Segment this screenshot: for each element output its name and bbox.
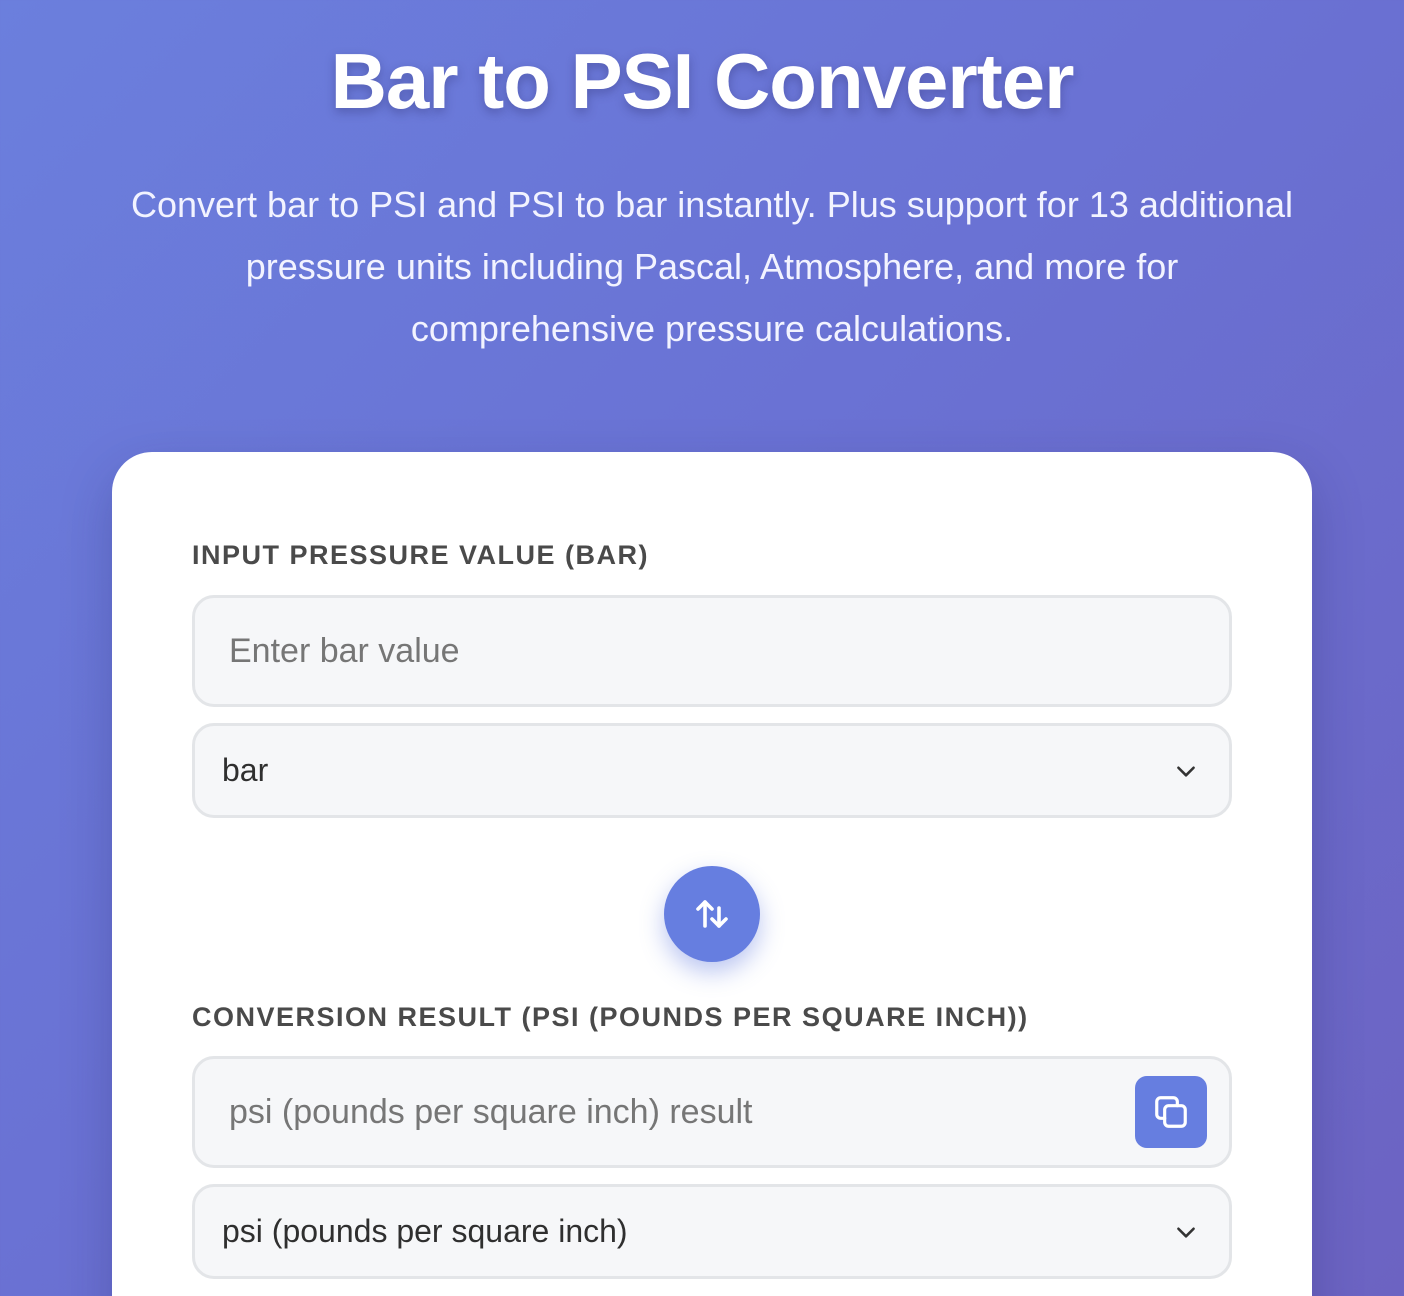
input-field-wrapper bbox=[192, 595, 1232, 707]
result-label: Conversion Result (psi (pounds per squar… bbox=[192, 1002, 1029, 1032]
from-unit-selected: bar bbox=[222, 752, 269, 788]
swap-arrows-icon bbox=[696, 900, 728, 928]
chevron-down-icon bbox=[1177, 1227, 1195, 1238]
to-unit-select[interactable]: psi (pounds per square inch) bbox=[192, 1184, 1232, 1279]
result-field-wrapper bbox=[192, 1056, 1232, 1168]
converter-card: Input Pressure Value (bar) bar Conversio… bbox=[112, 452, 1312, 1296]
psi-result-output[interactable] bbox=[195, 1059, 1229, 1165]
swap-button[interactable] bbox=[664, 866, 760, 962]
page-title: Bar to PSI Converter bbox=[330, 37, 1075, 125]
bar-value-input[interactable] bbox=[195, 598, 1229, 704]
to-unit-selected: psi (pounds per square inch) bbox=[222, 1213, 628, 1249]
copy-icon bbox=[1155, 1096, 1187, 1128]
input-label: Input Pressure Value (bar) bbox=[192, 540, 650, 570]
from-unit-select[interactable]: bar bbox=[192, 723, 1232, 818]
copy-button[interactable] bbox=[1135, 1076, 1207, 1148]
chevron-down-icon bbox=[1177, 766, 1195, 777]
page-subtitle: Convert bar to PSI and PSI to bar instan… bbox=[131, 184, 1293, 349]
